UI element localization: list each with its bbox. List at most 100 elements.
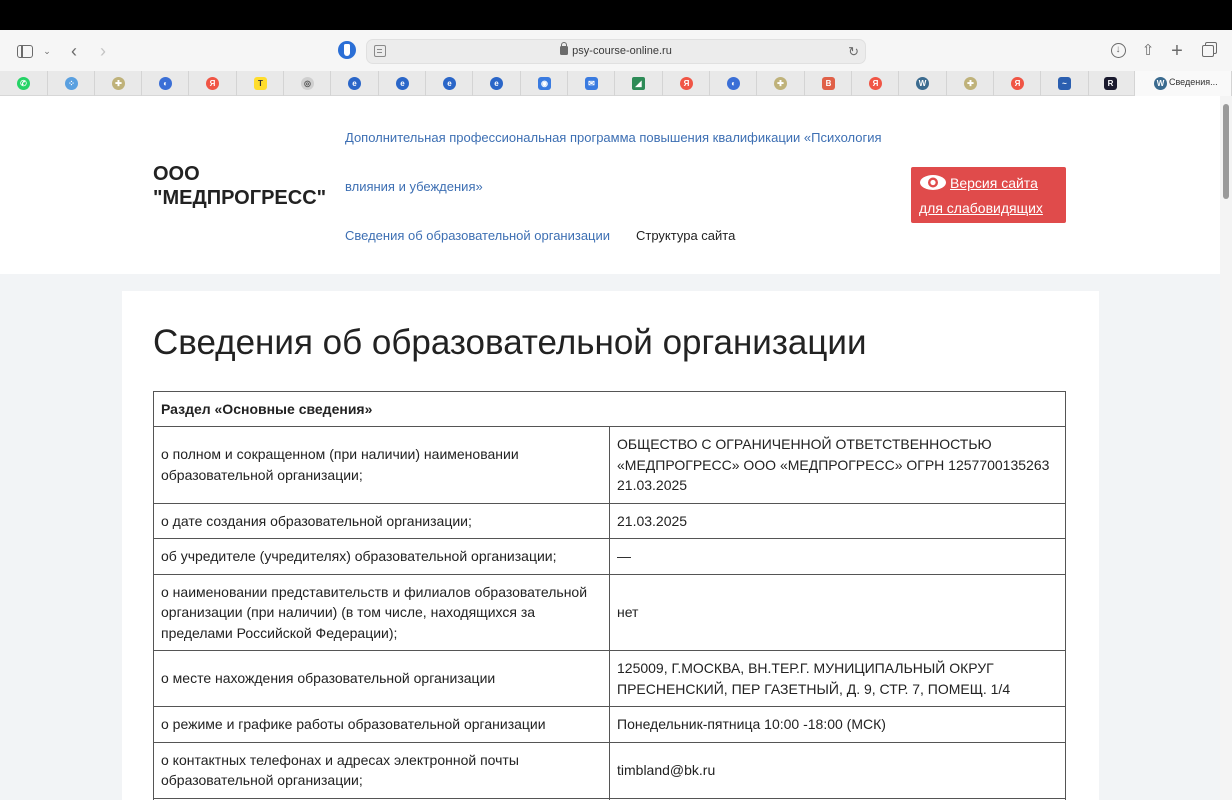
row-value: timbland@bk.ru xyxy=(609,741,1066,799)
site-brand[interactable]: ООО "МЕДПРОГРЕСС" xyxy=(153,162,343,210)
tab-edge-1[interactable]: e xyxy=(331,71,379,96)
tab-edge-3[interactable]: e xyxy=(426,71,473,96)
chrome-icon: ◐ xyxy=(159,77,172,90)
sidebar-toggle-icon[interactable] xyxy=(14,40,36,62)
tab-chart[interactable]: ◢ xyxy=(615,71,663,96)
lock-icon xyxy=(560,42,569,55)
tab-yandex-3[interactable]: Я xyxy=(852,71,899,96)
tab-yandex-4[interactable]: Я xyxy=(994,71,1041,96)
chevron-down-icon[interactable]: ⌄ xyxy=(40,40,54,62)
table-row: о наименовании представительств и филиал… xyxy=(153,573,1066,651)
row-value: — xyxy=(609,538,1066,575)
row-value: ОБЩЕСТВО С ОГРАНИЧЕННОЙ ОТВЕТСТВЕННОСТЬЮ… xyxy=(609,426,1066,504)
nav-info-link[interactable]: Сведения об образовательной организации xyxy=(345,228,610,243)
tab-edge-2[interactable]: e xyxy=(379,71,426,96)
tab-tinkoff[interactable]: T xyxy=(237,71,284,96)
eye-icon xyxy=(920,175,946,190)
tab-red-app[interactable]: B xyxy=(805,71,852,96)
app-r-icon: R xyxy=(1104,77,1117,90)
page-scrollbar[interactable] xyxy=(1220,96,1232,800)
tab-chrome[interactable]: ◐ xyxy=(142,71,189,96)
row-label: о дате создания образовательной организа… xyxy=(153,502,610,539)
table-row: о режиме и графике работы образовательно… xyxy=(153,706,1066,743)
chrome-icon: ◐ xyxy=(727,77,740,90)
share-icon[interactable]: ⇧ xyxy=(1138,40,1158,62)
info-table: Раздел «Основные сведения» о полном и со… xyxy=(153,391,1066,800)
browser-window: ⌄ ‹ › psy-course-online.ru ↻ ↓ ⇧ + ✆ ⁘ ✚… xyxy=(0,30,1232,800)
row-label: о наименовании представительств и филиал… xyxy=(153,573,610,651)
tab-edge-4[interactable]: e xyxy=(473,71,521,96)
tinkoff-icon: T xyxy=(254,77,267,90)
tab-overview-icon[interactable] xyxy=(1198,40,1218,62)
tab-circle-app[interactable]: ◉ xyxy=(521,71,568,96)
row-value: нет xyxy=(609,573,1066,651)
address-bar[interactable]: psy-course-online.ru ↻ xyxy=(366,39,866,64)
mail-icon: ✉ xyxy=(585,77,598,90)
edge-icon: e xyxy=(490,77,503,90)
privacy-shield-icon[interactable] xyxy=(338,41,358,61)
tab-mail[interactable]: ✉ xyxy=(568,71,615,96)
browser-toolbar: ⌄ ‹ › psy-course-online.ru ↻ ↓ ⇧ + xyxy=(0,30,1232,71)
tab-medical[interactable]: ✚ xyxy=(95,71,142,96)
reload-icon[interactable]: ↻ xyxy=(848,43,859,60)
url-text[interactable]: psy-course-online.ru xyxy=(572,45,672,57)
row-label: о контактных телефонах и адресах электро… xyxy=(153,741,610,799)
row-label: о полном и сокращенном (при наличии) наи… xyxy=(153,426,610,504)
page-title: Сведения об образовательной организации xyxy=(153,323,867,362)
university-icon: ◎ xyxy=(301,77,314,90)
download-icon[interactable]: ↓ xyxy=(1108,40,1128,62)
edge-icon: e xyxy=(396,77,409,90)
row-label: о режиме и графике работы образовательно… xyxy=(153,706,610,743)
site-header: ООО "МЕДПРОГРЕСС" Дополнительная професс… xyxy=(0,96,1220,274)
table-row: о дате создания образовательной организа… xyxy=(153,502,1066,539)
table-header-row: Раздел «Основные сведения» xyxy=(153,391,1066,427)
accessibility-version-button[interactable]: Версия сайта для слабовидящих xyxy=(911,167,1066,223)
chart-icon: ◢ xyxy=(632,77,645,90)
yandex-icon: Я xyxy=(206,77,219,90)
red-app-icon: B xyxy=(822,77,835,90)
nav-program-link[interactable]: Дополнительная профессиональная программ… xyxy=(345,130,882,145)
row-value: 125009, Г.МОСКВА, ВН.ТЕР.Г. МУНИЦИПАЛЬНЫ… xyxy=(609,650,1066,707)
row-label: о месте нахождения образовательной орган… xyxy=(153,650,610,707)
tab-wave[interactable]: ~ xyxy=(1041,71,1089,96)
whatsapp-icon: ✆ xyxy=(17,77,30,90)
yandex-icon: Я xyxy=(869,77,882,90)
row-value: 21.03.2025 xyxy=(609,502,1066,539)
content-card: Сведения об образовательной организации … xyxy=(122,291,1099,800)
tab-medical-2[interactable]: ✚ xyxy=(757,71,805,96)
tab-university[interactable]: ◎ xyxy=(284,71,331,96)
section-header: Раздел «Основные сведения» xyxy=(153,391,1066,427)
nav-program-link-cont[interactable]: влияния и убеждения» xyxy=(345,179,483,194)
system-top-bar xyxy=(0,0,1232,30)
wordpress-icon: W xyxy=(916,77,929,90)
medical-cross-icon: ✚ xyxy=(112,77,125,90)
table-row: об учредителе (учредителях) образователь… xyxy=(153,538,1066,575)
scroll-thumb[interactable] xyxy=(1223,104,1229,199)
tab-apps[interactable]: ⁘ xyxy=(48,71,95,96)
medical-cross-icon: ✚ xyxy=(774,77,787,90)
row-value: Понедельник-пятница 10:00 -18:00 (МСК) xyxy=(609,706,1066,743)
tab-yandex[interactable]: Я xyxy=(189,71,237,96)
yandex-icon: Я xyxy=(680,77,693,90)
tab-wordpress[interactable]: W xyxy=(899,71,947,96)
table-row: о полном и сокращенном (при наличии) наи… xyxy=(153,426,1066,504)
nav-structure-link[interactable]: Структура сайта xyxy=(636,228,735,243)
back-button[interactable]: ‹ xyxy=(63,40,85,62)
tab-yandex-2[interactable]: Я xyxy=(663,71,710,96)
medical-cross-icon: ✚ xyxy=(964,77,977,90)
edge-icon: e xyxy=(348,77,361,90)
new-tab-icon[interactable]: + xyxy=(1167,40,1187,62)
tab-app-r[interactable]: R xyxy=(1089,71,1135,96)
tab-strip: ✆ ⁘ ✚ ◐ Я T ◎ e e e e ◉ ✉ ◢ Я ◐ ✚ B Я W … xyxy=(0,71,1232,96)
tab-chrome-2[interactable]: ◐ xyxy=(710,71,757,96)
row-label: об учредителе (учредителях) образователь… xyxy=(153,538,610,575)
tab-active[interactable]: W Сведения... xyxy=(1135,71,1232,96)
table-row: о контактных телефонах и адресах электро… xyxy=(153,741,1066,799)
forward-button[interactable]: › xyxy=(92,40,114,62)
yandex-icon: Я xyxy=(1011,77,1024,90)
tab-whatsapp[interactable]: ✆ xyxy=(0,71,48,96)
edge-icon: e xyxy=(443,77,456,90)
wave-icon: ~ xyxy=(1058,77,1071,90)
apps-icon: ⁘ xyxy=(65,77,78,90)
tab-medical-3[interactable]: ✚ xyxy=(947,71,994,96)
